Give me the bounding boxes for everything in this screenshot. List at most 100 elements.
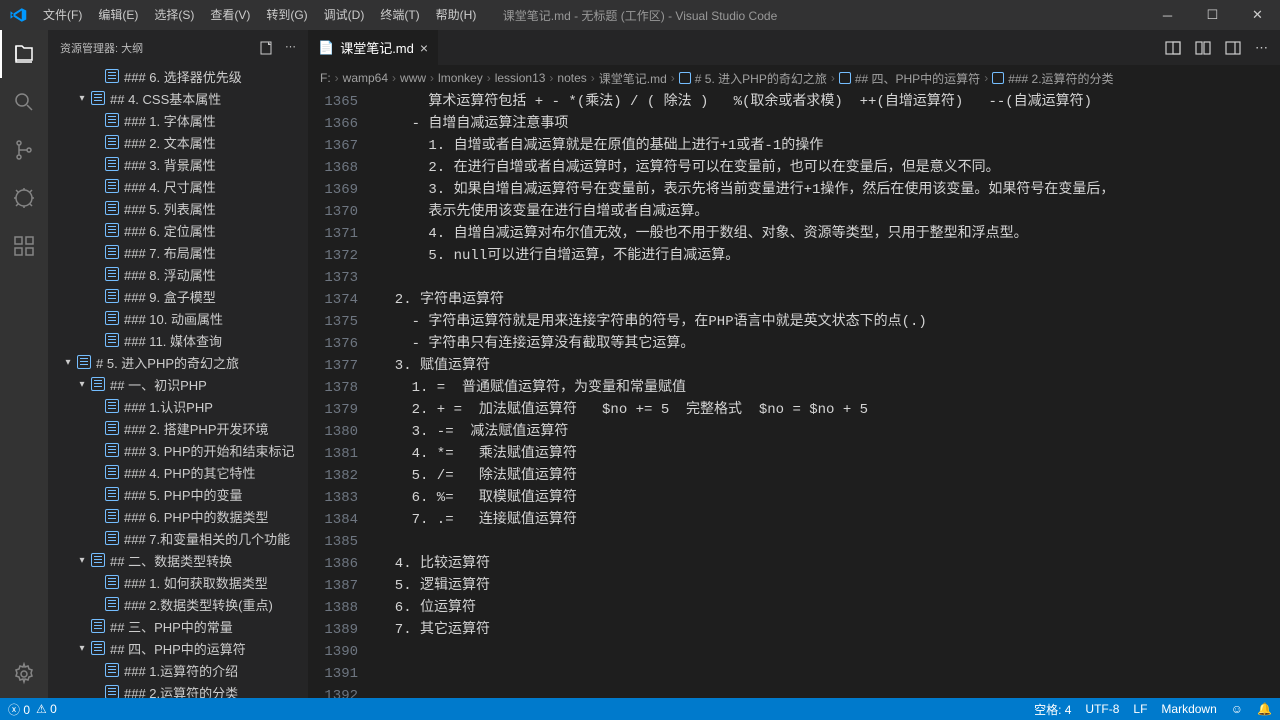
- menu-terminal[interactable]: 终端(T): [372, 0, 427, 30]
- code-line[interactable]: 2. 字符串运算符: [378, 289, 1280, 311]
- code-line[interactable]: [378, 685, 1280, 698]
- maximize-button[interactable]: ☐: [1190, 0, 1235, 30]
- menu-file[interactable]: 文件(F): [35, 0, 90, 30]
- breadcrumb-item[interactable]: ### 2.运算符的分类: [992, 70, 1113, 87]
- tab-close-icon[interactable]: ×: [420, 40, 428, 56]
- tree-item[interactable]: ## 三、PHP中的常量: [48, 615, 308, 637]
- code-line[interactable]: 4. *= 乘法赋值运算符: [378, 443, 1280, 465]
- tree-item[interactable]: ### 6. PHP中的数据类型: [48, 505, 308, 527]
- tree-item[interactable]: ### 1.认识PHP: [48, 395, 308, 417]
- code-line[interactable]: 3. 赋值运算符: [378, 355, 1280, 377]
- tree-item[interactable]: ### 3. PHP的开始和结束标记: [48, 439, 308, 461]
- tree-item[interactable]: ### 1. 如何获取数据类型: [48, 571, 308, 593]
- tree-item[interactable]: ### 2.数据类型转换(重点): [48, 593, 308, 615]
- tree-item[interactable]: ### 2. 搭建PHP开发环境: [48, 417, 308, 439]
- breadcrumb-item[interactable]: F:: [320, 71, 331, 85]
- tree-item[interactable]: ▾## 一、初识PHP: [48, 373, 308, 395]
- tree-item[interactable]: ### 1. 字体属性: [48, 109, 308, 131]
- code-line[interactable]: 5. /= 除法赋值运算符: [378, 465, 1280, 487]
- debug-icon[interactable]: [0, 174, 48, 222]
- code-line[interactable]: [378, 531, 1280, 553]
- tree-item[interactable]: ▾## 4. CSS基本属性: [48, 87, 308, 109]
- tree-item[interactable]: ### 7. 布局属性: [48, 241, 308, 263]
- tree-item[interactable]: ### 5. 列表属性: [48, 197, 308, 219]
- code-line[interactable]: 2. + = 加法赋值运算符 $no += 5 完整格式 $no = $no +…: [378, 399, 1280, 421]
- menu-go[interactable]: 转到(G): [258, 0, 315, 30]
- code-line[interactable]: 7. .= 连接赋值运算符: [378, 509, 1280, 531]
- tree-item[interactable]: ### 8. 浮动属性: [48, 263, 308, 285]
- breadcrumb-item[interactable]: 课堂笔记.md: [599, 70, 667, 87]
- code-line[interactable]: 4. 自增自减运算对布尔值无效，一般也不用于数组、对象、资源等类型，只用于整型和…: [378, 223, 1280, 245]
- editor[interactable]: 1365136613671368136913701371137213731374…: [308, 91, 1280, 698]
- error-count[interactable]: ⓧ 0: [8, 701, 30, 718]
- code-line[interactable]: 1. = 普通赋值运算符，为变量和常量赋值: [378, 377, 1280, 399]
- code-line[interactable]: 算术运算符包括 + - *(乘法) / ( 除法 ) %(取余或者求模) ++(…: [378, 91, 1280, 113]
- source-control-icon[interactable]: [0, 126, 48, 174]
- tree-item[interactable]: ### 10. 动画属性: [48, 307, 308, 329]
- code-line[interactable]: 2. 在进行自增或者自减运算时，运算符号可以在变量前，也可以在变量后，但是意义不…: [378, 157, 1280, 179]
- tree-item[interactable]: ### 5. PHP中的变量: [48, 483, 308, 505]
- code-line[interactable]: 3. -= 减法赋值运算符: [378, 421, 1280, 443]
- code-line[interactable]: - 自增自减运算注意事项: [378, 113, 1280, 135]
- breadcrumb-item[interactable]: wamp64: [343, 71, 388, 85]
- code-line[interactable]: 4. 比较运算符: [378, 553, 1280, 575]
- tree-item[interactable]: ### 2.运算符的分类: [48, 681, 308, 698]
- extensions-icon[interactable]: [0, 222, 48, 270]
- menu-debug[interactable]: 调试(D): [316, 0, 373, 30]
- tree-item[interactable]: ### 7.和变量相关的几个功能: [48, 527, 308, 549]
- menu-help[interactable]: 帮助(H): [428, 0, 485, 30]
- editor-more-icon[interactable]: ⋯: [1255, 40, 1268, 56]
- new-file-icon[interactable]: [259, 40, 275, 56]
- tree-item[interactable]: ### 1.运算符的介绍: [48, 659, 308, 681]
- breadcrumb-item[interactable]: www: [400, 71, 426, 85]
- code-line[interactable]: - 字符串只有连接运算没有截取等其它运算。: [378, 333, 1280, 355]
- minimize-button[interactable]: ─: [1145, 0, 1190, 30]
- breadcrumb-item[interactable]: ## 四、PHP中的运算符: [839, 70, 980, 87]
- chevron-icon[interactable]: ▾: [74, 643, 90, 654]
- more-icon[interactable]: ⋯: [285, 40, 296, 56]
- code-line[interactable]: 6. %= 取模赋值运算符: [378, 487, 1280, 509]
- code-line[interactable]: 表示先使用该变量在进行自增或者自减运算。: [378, 201, 1280, 223]
- status-language[interactable]: Markdown: [1161, 702, 1216, 716]
- breadcrumb-item[interactable]: notes: [557, 71, 586, 85]
- preview-icon[interactable]: [1165, 40, 1181, 56]
- code-line[interactable]: [378, 267, 1280, 289]
- status-eol[interactable]: LF: [1133, 702, 1147, 716]
- status-encoding[interactable]: UTF-8: [1085, 702, 1119, 716]
- tree-item[interactable]: ### 4. 尺寸属性: [48, 175, 308, 197]
- tree-item[interactable]: ### 6. 选择器优先级: [48, 65, 308, 87]
- menu-edit[interactable]: 编辑(E): [90, 0, 146, 30]
- explorer-icon[interactable]: [0, 30, 48, 78]
- code-line[interactable]: 3. 如果自增自减运算符号在变量前，表示先将当前变量进行+1操作，然后在使用该变…: [378, 179, 1280, 201]
- tree-item[interactable]: ### 3. 背景属性: [48, 153, 308, 175]
- search-icon[interactable]: [0, 78, 48, 126]
- tree-item[interactable]: ### 9. 盒子模型: [48, 285, 308, 307]
- code-line[interactable]: [378, 663, 1280, 685]
- code-line[interactable]: 5. null可以进行自增运算，不能进行自减运算。: [378, 245, 1280, 267]
- chevron-icon[interactable]: ▾: [74, 555, 90, 566]
- close-button[interactable]: ✕: [1235, 0, 1280, 30]
- feedback-icon[interactable]: ☺: [1231, 702, 1243, 716]
- breadcrumb-item[interactable]: lession13: [495, 71, 546, 85]
- warning-count[interactable]: ⚠ 0: [36, 702, 57, 716]
- breadcrumb-item[interactable]: lmonkey: [438, 71, 483, 85]
- tree-item[interactable]: ### 4. PHP的其它特性: [48, 461, 308, 483]
- code-line[interactable]: - 字符串运算符就是用来连接字符串的符号，在PHP语言中就是英文状态下的点(.): [378, 311, 1280, 333]
- breadcrumb-item[interactable]: # 5. 进入PHP的奇幻之旅: [679, 70, 827, 87]
- chevron-icon[interactable]: ▾: [74, 93, 90, 104]
- split-icon[interactable]: [1195, 40, 1211, 56]
- chevron-icon[interactable]: ▾: [74, 379, 90, 390]
- notifications-icon[interactable]: 🔔: [1257, 702, 1272, 716]
- menu-selection[interactable]: 选择(S): [146, 0, 202, 30]
- tree-item[interactable]: ### 11. 媒体查询: [48, 329, 308, 351]
- menu-view[interactable]: 查看(V): [202, 0, 258, 30]
- tree-item[interactable]: ▾# 5. 进入PHP的奇幻之旅: [48, 351, 308, 373]
- code-line[interactable]: 7. 其它运算符: [378, 619, 1280, 641]
- tree-item[interactable]: ### 6. 定位属性: [48, 219, 308, 241]
- tab-active[interactable]: 📄 课堂笔记.md ×: [308, 30, 439, 65]
- status-spaces[interactable]: 空格: 4: [1034, 701, 1071, 718]
- layout-icon[interactable]: [1225, 40, 1241, 56]
- tree-item[interactable]: ▾## 二、数据类型转换: [48, 549, 308, 571]
- code-line[interactable]: 6. 位运算符: [378, 597, 1280, 619]
- code-line[interactable]: 5. 逻辑运算符: [378, 575, 1280, 597]
